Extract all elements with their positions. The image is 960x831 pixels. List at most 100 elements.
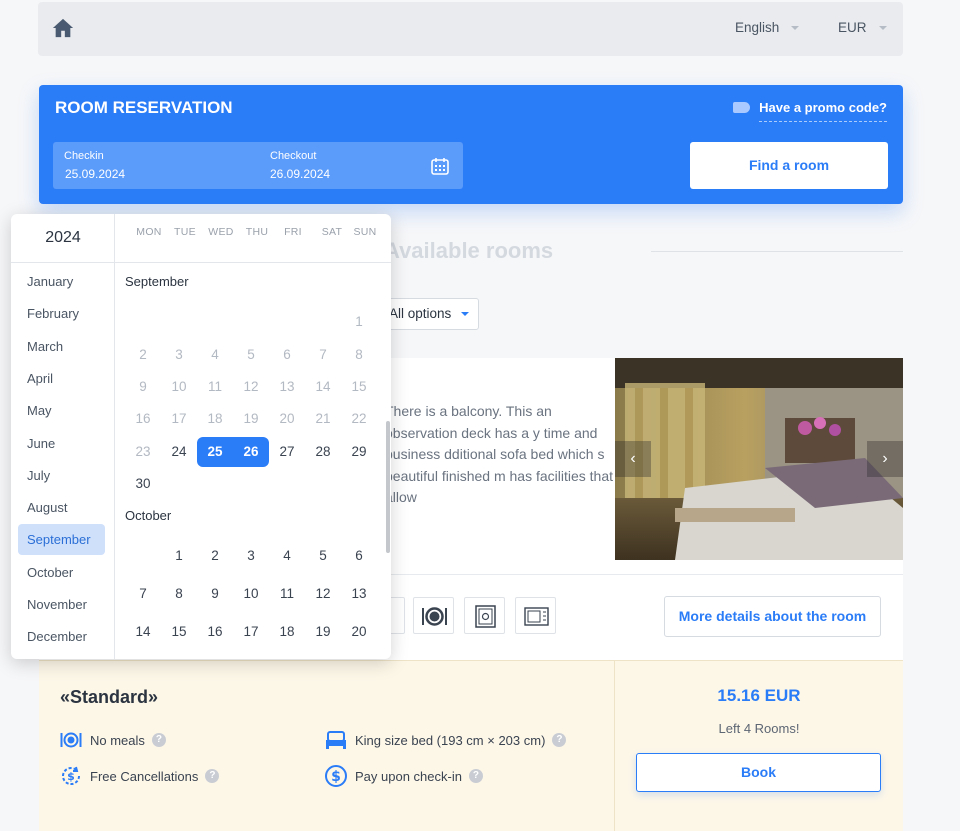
offer-price: 15.16 EUR	[717, 686, 801, 705]
calendar-day[interactable]: 7	[305, 340, 341, 370]
photo-prev-button[interactable]: ‹	[615, 441, 651, 477]
calendar-day[interactable]: 29	[341, 437, 377, 467]
calendar-day[interactable]: 23	[125, 437, 161, 467]
calendar-day[interactable]: 14	[125, 617, 161, 647]
calendar-day[interactable]: 4	[269, 541, 305, 571]
currency-selector[interactable]: EUR	[838, 20, 887, 35]
room-photo-image	[615, 358, 903, 560]
svg-text:$: $	[331, 769, 341, 785]
month-item-december[interactable]: December	[18, 621, 105, 652]
month-item-september[interactable]: September	[18, 524, 105, 556]
language-selector[interactable]: English	[735, 20, 800, 35]
microwave-icon	[524, 607, 549, 626]
feature-bed: King size bed (193 cm × 203 cm)?	[324, 728, 567, 752]
calendar-day[interactable]: 12	[233, 372, 269, 402]
help-icon[interactable]: ?	[468, 769, 483, 783]
book-button[interactable]: Book	[636, 753, 881, 792]
amenity-microwave-icon[interactable]	[515, 597, 556, 634]
month-item-november[interactable]: November	[18, 589, 105, 620]
calendar-day[interactable]: 26	[233, 437, 269, 467]
photo-next-button[interactable]: ›	[867, 441, 903, 477]
calendar-day[interactable]: 7	[125, 579, 161, 609]
calendar-day[interactable]: 19	[233, 404, 269, 434]
calendar-day[interactable]: 9	[197, 579, 233, 609]
calendar-day[interactable]: 15	[161, 617, 197, 647]
calendar-day[interactable]: 11	[269, 579, 305, 609]
calendar-day[interactable]: 18	[197, 404, 233, 434]
month-item-july[interactable]: July	[18, 460, 105, 491]
calendar-day[interactable]: 1	[341, 307, 377, 337]
calendar-day[interactable]: 28	[305, 437, 341, 467]
calendar-day[interactable]: 18	[269, 617, 305, 647]
calendar-day[interactable]: 1	[161, 541, 197, 571]
calendar-day[interactable]: 30	[125, 469, 161, 499]
month-heading-september: September	[125, 274, 189, 289]
top-bar: English EUR	[38, 2, 903, 56]
calendar-day[interactable]: 10	[161, 372, 197, 402]
calendar-day[interactable]: 16	[197, 617, 233, 647]
calendar-day[interactable]: 3	[161, 340, 197, 370]
calendar-day[interactable]: 14	[305, 372, 341, 402]
month-item-august[interactable]: August	[18, 492, 105, 523]
calendar-day[interactable]: 10	[233, 579, 269, 609]
calendar-day[interactable]: 20	[341, 617, 377, 647]
feature-label: King size bed (193 cm × 203 cm)	[355, 732, 546, 748]
date-range-field[interactable]: Checkin 25.09.2024 Checkout 26.09.2024	[53, 142, 463, 189]
chevron-down-icon	[878, 26, 887, 31]
offer-title: «Standard»	[60, 687, 159, 707]
currency-label: EUR	[838, 20, 867, 35]
calendar-scrollbar[interactable]	[386, 421, 390, 553]
calendar-day[interactable]: 22	[341, 404, 377, 434]
checkin-field[interactable]: Checkin 25.09.2024	[53, 142, 258, 189]
calendar-day[interactable]: 5	[233, 340, 269, 370]
calendar-day[interactable]: 8	[161, 579, 197, 609]
calendar-day[interactable]: 6	[269, 340, 305, 370]
promo-code-link[interactable]: Have a promo code?	[759, 100, 887, 122]
month-list: 2024 January February March April May June Jul…	[11, 214, 115, 659]
calendar-day[interactable]: 12	[305, 579, 341, 609]
date-picker-popup: 2024 January February March April May June Jul…	[11, 214, 391, 659]
help-icon[interactable]: ?	[552, 733, 567, 747]
calendar-day[interactable]: 17	[233, 617, 269, 647]
calendar-day[interactable]: 11	[197, 372, 233, 402]
help-icon[interactable]: ?	[205, 769, 220, 783]
calendar-icon[interactable]	[431, 157, 449, 175]
month-item-march[interactable]: March	[18, 331, 105, 362]
calendar-day[interactable]: 4	[197, 340, 233, 370]
find-room-button[interactable]: Find a room	[690, 142, 888, 189]
help-icon[interactable]: ?	[151, 733, 166, 747]
calendar-day[interactable]: 5	[305, 541, 341, 571]
calendar-day[interactable]: 13	[341, 579, 377, 609]
calendar-day[interactable]: 24	[161, 437, 197, 467]
feature-meals: No meals?	[59, 728, 166, 752]
calendar-day[interactable]: 21	[305, 404, 341, 434]
calendar-day[interactable]: 15	[341, 372, 377, 402]
calendar-day[interactable]: 16	[125, 404, 161, 434]
calendar-day[interactable]: 20	[269, 404, 305, 434]
month-item-october[interactable]: October	[18, 557, 105, 588]
options-filter[interactable]: All options	[379, 298, 479, 330]
more-details-button[interactable]: More details about the room	[664, 596, 881, 637]
calendar-day[interactable]: 17	[161, 404, 197, 434]
calendar-day[interactable]: 13	[269, 372, 305, 402]
home-icon[interactable]	[52, 17, 74, 39]
calendar-day[interactable]: 19	[305, 617, 341, 647]
month-item-may[interactable]: May	[18, 395, 105, 426]
divider	[651, 251, 903, 252]
amenity-meals-icon[interactable]	[413, 597, 454, 634]
calendar-day[interactable]: 8	[341, 340, 377, 370]
calendar-day[interactable]: 27	[269, 437, 305, 467]
calendar-day[interactable]: 2	[125, 340, 161, 370]
amenity-safe-icon[interactable]	[464, 597, 505, 634]
year-label[interactable]: 2024	[11, 229, 115, 247]
month-item-june[interactable]: June	[18, 428, 105, 459]
calendar-day[interactable]: 9	[125, 372, 161, 402]
calendar-day[interactable]: 25	[197, 437, 233, 467]
calendar-day[interactable]: 6	[341, 541, 377, 571]
calendar-day[interactable]: 2	[197, 541, 233, 571]
calendar-day[interactable]: 3	[233, 541, 269, 571]
month-item-february[interactable]: February	[18, 298, 105, 329]
room-photo: ‹ ›	[615, 358, 903, 560]
month-item-april[interactable]: April	[18, 363, 105, 394]
month-item-january[interactable]: January	[18, 266, 105, 297]
